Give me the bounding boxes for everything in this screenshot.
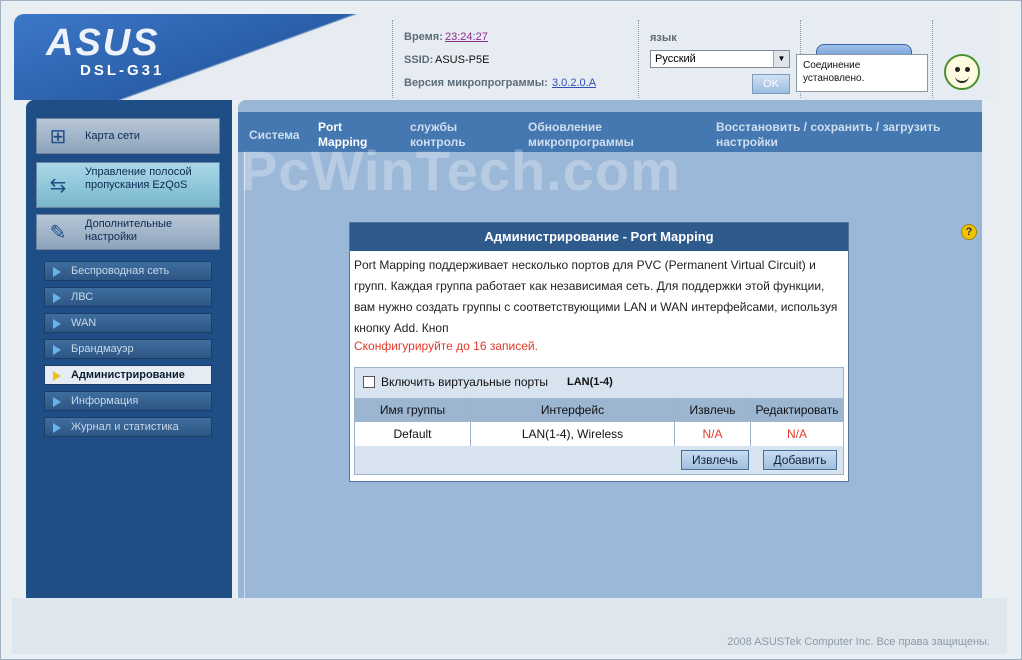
sidebar-item-wireless[interactable]: Беспроводная сеть bbox=[44, 261, 212, 281]
content-area: ? Администрирование - Port Mapping Port … bbox=[244, 152, 977, 598]
arrow-right-icon bbox=[53, 267, 61, 277]
column-header-remove: Извлечь bbox=[675, 398, 751, 422]
status-eye bbox=[965, 67, 970, 72]
language-label: язык bbox=[650, 32, 677, 44]
model-name: DSL-G31 bbox=[80, 62, 165, 79]
sidebar-item-label: Беспроводная сеть bbox=[71, 265, 170, 277]
ssid-value: ASUS-P5E bbox=[435, 54, 490, 66]
sidebar-item-label: Журнал и статистика bbox=[71, 421, 179, 433]
port-groups-box: Включить виртуальные порты LAN(1-4) Имя … bbox=[354, 367, 844, 475]
table-row: Default LAN(1-4), Wireless N/A N/A bbox=[355, 422, 843, 446]
help-icon[interactable]: ? bbox=[961, 224, 977, 240]
language-select[interactable]: Русский ▼ bbox=[650, 50, 790, 68]
header: ASUS DSL-G31 Время: 23:24:27 SSID: ASUS-… bbox=[14, 14, 994, 100]
sidebar-item-label: Управление полосой пропускания EzQoS bbox=[85, 166, 192, 191]
sidebar-item-administration[interactable]: Администрирование bbox=[44, 365, 212, 385]
time-value[interactable]: 23:24:27 bbox=[445, 31, 488, 43]
sidebar-item-network-map[interactable]: ⊞ Карта сети bbox=[36, 118, 220, 154]
edit-cell: N/A bbox=[786, 427, 807, 441]
add-button[interactable]: Добавить bbox=[763, 450, 837, 470]
header-divider bbox=[638, 20, 639, 98]
sidebar-item-label: Администрирование bbox=[71, 369, 185, 381]
sidebar-item-label: Дополнительные настройки bbox=[85, 218, 173, 243]
port-mapping-dialog: Администрирование - Port Mapping Port Ma… bbox=[349, 222, 849, 482]
sidebar-item-log[interactable]: Журнал и статистика bbox=[44, 417, 212, 437]
sidebar-item-lan[interactable]: ЛВС bbox=[44, 287, 212, 307]
virtual-ports-range: LAN(1-4) bbox=[567, 376, 613, 388]
group-name-cell: Default bbox=[355, 422, 471, 446]
interface-cell: LAN(1-4), Wireless bbox=[471, 422, 675, 446]
status-eye bbox=[955, 67, 960, 72]
sidebar-item-label: Брандмауэр bbox=[71, 343, 134, 355]
sidebar-item-firewall[interactable]: Брандмауэр bbox=[44, 339, 212, 359]
arrow-right-icon bbox=[53, 293, 61, 303]
tools-icon: ✎ bbox=[49, 222, 67, 244]
remove-button[interactable]: Извлечь bbox=[681, 450, 749, 470]
sidebar: ⊞ Карта сети ⇆ Управление полосой пропус… bbox=[26, 100, 232, 598]
virtual-ports-label: Включить виртуальные порты bbox=[381, 375, 549, 389]
dialog-title: Администрирование - Port Mapping bbox=[350, 223, 848, 251]
language-select-value: Русский bbox=[655, 53, 696, 65]
qos-icon: ⇆ bbox=[49, 175, 67, 197]
arrow-right-icon bbox=[53, 371, 61, 381]
connection-tooltip: Соединение установлено. bbox=[796, 54, 928, 92]
column-header-group-name: Имя группы bbox=[355, 398, 471, 422]
arrow-right-icon bbox=[53, 319, 61, 329]
virtual-ports-checkbox[interactable] bbox=[363, 376, 375, 388]
sidebar-item-wan[interactable]: WAN bbox=[44, 313, 212, 333]
sidebar-item-label: Карта сети bbox=[85, 130, 140, 142]
sidebar-item-information[interactable]: Информация bbox=[44, 391, 212, 411]
arrow-right-icon bbox=[53, 423, 61, 433]
table-header-row: Имя группы Интерфейс Извлечь Редактирова… bbox=[355, 398, 843, 422]
tab-restore-save-load[interactable]: Восстановить / сохранить / загрузить нас… bbox=[716, 120, 956, 150]
column-header-interface: Интерфейс bbox=[471, 398, 675, 422]
sidebar-item-label: Информация bbox=[71, 395, 139, 407]
dialog-description: Port Mapping поддерживает несколько порт… bbox=[354, 258, 838, 335]
connection-status-icon[interactable] bbox=[944, 54, 980, 90]
chevron-down-icon[interactable]: ▼ bbox=[773, 51, 789, 67]
arrow-right-icon bbox=[53, 345, 61, 355]
language-ok-button[interactable]: OK bbox=[752, 74, 790, 94]
sidebar-item-ezqos[interactable]: ⇆ Управление полосой пропускания EzQoS bbox=[36, 162, 220, 208]
watermark: PcWinTech.com bbox=[240, 139, 681, 202]
remove-cell: N/A bbox=[675, 422, 751, 446]
network-map-icon: ⊞ bbox=[49, 126, 67, 148]
firmware-version-link[interactable]: 3.0.2.0.A bbox=[552, 77, 596, 89]
header-divider bbox=[392, 20, 393, 98]
column-header-edit: Редактировать bbox=[755, 403, 839, 417]
time-label: Время: bbox=[404, 31, 443, 43]
sidebar-item-label: ЛВС bbox=[71, 291, 94, 303]
ssid-label: SSID: bbox=[404, 54, 434, 66]
arrow-right-icon bbox=[53, 397, 61, 407]
firmware-label: Версия микропрограммы: bbox=[404, 77, 548, 89]
max-entries-note: Сконфигурируйте до 16 записей. bbox=[354, 339, 538, 353]
header-divider bbox=[932, 20, 933, 98]
asus-logo: ASUS bbox=[46, 22, 160, 64]
status-mouth bbox=[955, 76, 969, 83]
sidebar-item-label: WAN bbox=[71, 317, 97, 329]
sidebar-item-advanced[interactable]: ✎ Дополнительные настройки bbox=[36, 214, 220, 250]
copyright-text: 2008 ASUSTek Computer Inc. Все права защ… bbox=[727, 636, 990, 648]
logo-area: ASUS DSL-G31 bbox=[14, 14, 394, 100]
